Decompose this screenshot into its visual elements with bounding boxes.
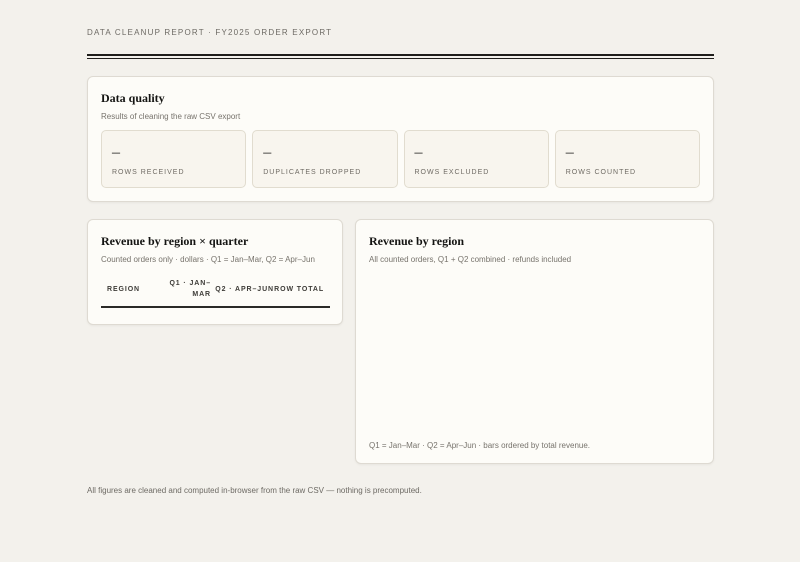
column-header-region[interactable]: REGION	[101, 278, 155, 308]
stat-row: – ROWS RECEIVED – DUPLICATES DROPPED – R…	[101, 130, 700, 188]
column-header-q2[interactable]: Q2 · APR–JUN	[211, 278, 274, 308]
stat-rows-excluded: – ROWS EXCLUDED	[403, 130, 549, 188]
revenue-chart-subtitle: All counted orders, Q1 + Q2 combined · r…	[369, 255, 572, 264]
stat-label: ROWS EXCLUDED	[414, 169, 490, 176]
header-rule-thin	[87, 58, 714, 59]
page-footer-note: All figures are cleaned and computed in-…	[87, 486, 422, 495]
report-page: DATA CLEANUP REPORT · FY2025 ORDER EXPOR…	[0, 0, 800, 562]
revenue-chart-title: Revenue by region	[369, 234, 465, 248]
stat-value: –	[112, 144, 120, 161]
stat-label: ROWS COUNTED	[565, 169, 637, 176]
revenue-table-card: Revenue by region × quarter Counted orde…	[87, 219, 343, 325]
stat-rows-counted: – ROWS COUNTED	[554, 130, 700, 188]
revenue-table-subtitle: Counted orders only · dollars · Q1 = Jan…	[101, 255, 315, 264]
revenue-table-title: Revenue by region × quarter	[101, 234, 249, 248]
stat-label: ROWS RECEIVED	[112, 169, 185, 176]
revenue-table: REGION Q1 · JAN–MAR Q2 · APR–JUN ROW TOT…	[101, 278, 330, 308]
table-header-row: REGION Q1 · JAN–MAR Q2 · APR–JUN ROW TOT…	[101, 278, 330, 308]
stat-duplicates-dropped: – DUPLICATES DROPPED	[252, 130, 398, 188]
stat-value: –	[263, 144, 272, 161]
data-quality-subtitle: Results of cleaning the raw CSV export	[101, 112, 241, 121]
stat-label: DUPLICATES DROPPED	[263, 169, 362, 176]
column-header-row-total[interactable]: ROW TOTAL	[274, 278, 330, 308]
revenue-chart-card: Revenue by region All counted orders, Q1…	[355, 219, 714, 464]
column-header-q1[interactable]: Q1 · JAN–MAR	[155, 278, 211, 308]
revenue-chart-footnote: Q1 = Jan–Mar · Q2 = Apr–Jun · bars order…	[369, 441, 591, 450]
report-eyebrow: DATA CLEANUP REPORT · FY2025 ORDER EXPOR…	[87, 28, 333, 37]
data-quality-title: Data quality	[101, 91, 165, 105]
stat-value: –	[565, 144, 574, 161]
stat-rows-received: – ROWS RECEIVED	[101, 130, 247, 188]
revenue-chart-area	[369, 272, 702, 432]
header-rule-thick	[87, 54, 714, 56]
data-quality-card: Data quality Results of cleaning the raw…	[87, 76, 714, 202]
stat-value: –	[414, 144, 423, 161]
